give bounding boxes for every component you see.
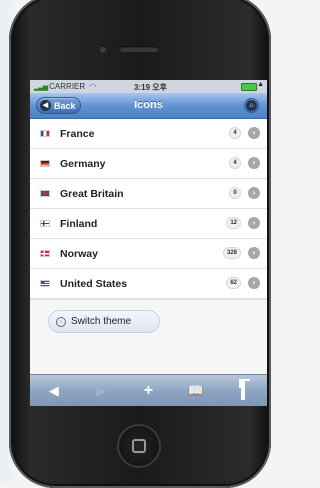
list-item[interactable]: United States 62 › — [30, 269, 267, 299]
list-item[interactable]: Finland 12 › — [30, 209, 267, 239]
browser-toolbar: ◀ ▶ + 📖 — [30, 374, 267, 406]
earpiece-speaker — [119, 46, 159, 52]
france-flag-icon — [40, 130, 50, 137]
list-item-label: France — [60, 127, 95, 140]
chevron-right-icon: › — [248, 217, 260, 229]
home-icon: ⌂ — [246, 100, 257, 111]
bookmarks-icon[interactable]: 📖 — [184, 383, 208, 399]
list-item[interactable]: France 4 › — [30, 119, 267, 149]
navigation-bar: ◀ Back Icons ⌂ — [30, 93, 267, 119]
finland-flag-icon — [40, 220, 50, 227]
back-arrow-icon[interactable]: ◀ — [42, 383, 66, 399]
switch-theme-label: Switch theme — [71, 316, 132, 327]
screen: ▂▃▅ CARRIER ◠ 3:19 오후 ▲ ◀ Back Icons ⌂ F… — [30, 80, 267, 406]
list-item[interactable]: Norway 328 › — [30, 239, 267, 269]
list-item-label: Great Britain — [60, 187, 124, 200]
norway-flag-icon — [40, 250, 50, 257]
list-item-label: Norway — [60, 247, 98, 260]
add-icon[interactable]: + — [136, 382, 160, 400]
chevron-right-icon: › — [248, 157, 260, 169]
chevron-right-icon: › — [248, 277, 260, 289]
pages-icon[interactable] — [231, 381, 255, 400]
list-item-label: United States — [60, 277, 128, 290]
chevron-right-icon: › — [248, 187, 260, 199]
phone-frame: ▂▃▅ CARRIER ◠ 3:19 오후 ▲ ◀ Back Icons ⌂ F… — [9, 0, 271, 488]
carrier-label: CARRIER — [49, 82, 86, 91]
home-hardware-button[interactable] — [117, 424, 161, 468]
count-badge: 328 — [222, 247, 241, 259]
list-item-label: Finland — [60, 217, 98, 230]
wifi-icon: ◠ — [89, 82, 97, 91]
list-item[interactable]: Germany 4 › — [30, 149, 267, 179]
switch-theme-button[interactable]: ◦ Switch theme — [48, 310, 160, 333]
list-item-label: Germany — [60, 157, 106, 170]
great-britain-flag-icon — [40, 190, 50, 197]
chevron-right-icon: › — [248, 127, 260, 139]
united-states-flag-icon — [40, 280, 50, 287]
count-badge: 62 — [226, 277, 241, 289]
chevron-right-icon: › — [248, 247, 260, 259]
signal-icon: ▂▃▅ — [34, 83, 48, 91]
list-item[interactable]: Great Britain 0 › — [30, 179, 267, 209]
forward-arrow-icon[interactable]: ▶ — [89, 383, 113, 399]
home-square-icon — [132, 439, 146, 453]
country-list: France 4 › Germany 4 › Great Britain 0 ›… — [30, 119, 267, 299]
battery-icon — [241, 83, 257, 91]
clock: 3:19 오후 — [134, 83, 167, 92]
theme-circle-icon: ◦ — [56, 316, 66, 327]
page-title: Icons — [134, 99, 163, 111]
status-bar: ▂▃▅ CARRIER ◠ 3:19 오후 ▲ — [30, 80, 267, 93]
theme-area: ◦ Switch theme — [30, 299, 267, 335]
germany-flag-icon — [40, 160, 50, 167]
count-badge: 4 — [229, 127, 241, 139]
charging-icon: ▲ — [257, 81, 264, 88]
count-badge: 4 — [229, 157, 241, 169]
front-camera — [99, 45, 107, 53]
count-badge: 12 — [226, 217, 241, 229]
count-badge: 0 — [229, 187, 241, 199]
home-nav-button[interactable]: ⌂ — [244, 98, 259, 113]
